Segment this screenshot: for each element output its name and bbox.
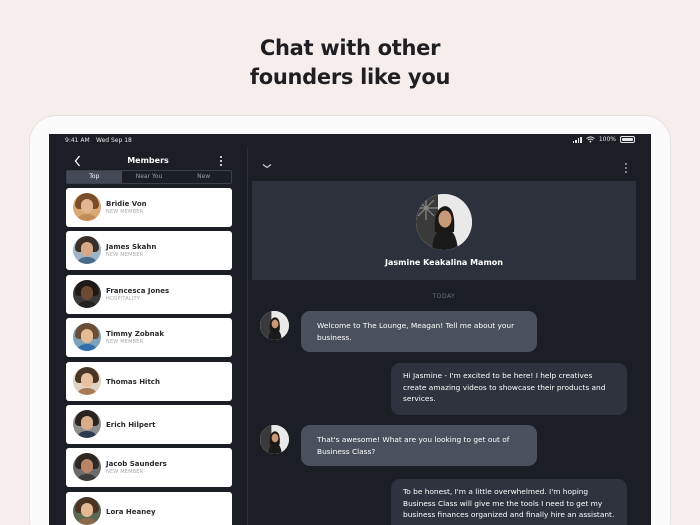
member-avatar: [73, 496, 101, 525]
headline-line-2: founders like you: [249, 65, 451, 89]
member-name: Bridie Von: [106, 200, 147, 208]
chevron-down-icon[interactable]: [261, 162, 273, 170]
member-avatar: [73, 279, 101, 308]
panel-divider: [247, 148, 248, 525]
sender-avatar[interactable]: [260, 311, 289, 340]
wifi-icon: [586, 136, 595, 143]
member-name: James Skahn: [106, 243, 157, 252]
message-bubble-incoming: Welcome to The Lounge, Meagan! Tell me a…: [301, 311, 537, 352]
contact-name: Jasmine Keakalina Mamon: [385, 258, 503, 267]
member-avatar: [73, 236, 101, 265]
tablet-screen: 9:41 AM Wed Sep 18 100% Members Top Near…: [49, 134, 651, 525]
member-subtitle: NEW MEMBER: [106, 209, 144, 215]
message-bubble-incoming: That's awesome! What are you looking to …: [301, 425, 537, 466]
headline: Chat with other founders like you: [0, 34, 700, 92]
member-name: Francesca Jones: [106, 286, 170, 295]
members-title: Members: [127, 156, 169, 165]
member-list-item[interactable]: Lora Heaney: [66, 491, 232, 525]
member-list-item[interactable]: Jacob Saunders NEW MEMBER: [66, 448, 232, 488]
more-vertical-icon[interactable]: [219, 155, 223, 167]
tab-new[interactable]: New: [176, 171, 231, 183]
member-avatar: [73, 323, 101, 352]
member-subtitle: NEW MEMBER: [106, 252, 144, 259]
member-list-item[interactable]: Bridie Von NEW MEMBER: [66, 188, 232, 227]
status-date: Wed Sep 18: [96, 137, 132, 144]
member-subtitle: NEW MEMBER: [106, 469, 144, 476]
member-list-item[interactable]: Francesca Jones HOSPITALITY: [66, 274, 232, 314]
member-name: Timmy Zobnak: [106, 330, 165, 339]
member-avatar: [73, 193, 101, 221]
member-avatar: [73, 366, 101, 395]
member-name: Erich Hilpert: [106, 421, 156, 429]
headline-line-1: Chat with other: [259, 36, 441, 60]
member-list-item[interactable]: Erich Hilpert: [66, 405, 232, 444]
status-bar: 9:41 AM Wed Sep 18 100%: [49, 134, 651, 148]
member-avatar: [73, 453, 101, 482]
message-bubble-outgoing: Hi Jasmine - I'm excited to be here! I h…: [391, 363, 627, 415]
battery-icon: [620, 136, 635, 143]
member-list-item[interactable]: James Skahn NEW MEMBER: [66, 231, 232, 271]
member-name: Thomas Hitch: [106, 377, 160, 386]
tab-top[interactable]: Top: [67, 171, 122, 183]
member-list-item[interactable]: Timmy Zobnak NEW MEMBER: [66, 318, 232, 358]
member-avatar: [73, 410, 101, 438]
sender-avatar[interactable]: [260, 425, 289, 454]
more-vertical-icon[interactable]: [624, 162, 628, 174]
status-time: 9:41 AM: [65, 137, 90, 144]
day-separator: TODAY: [432, 293, 456, 300]
message-bubble-outgoing: To be honest, I'm a little overwhelmed. …: [391, 479, 627, 525]
signal-icon: [572, 136, 582, 143]
contact-profile-card: Jasmine Keakalina Mamon: [252, 181, 636, 280]
contact-avatar[interactable]: [416, 194, 472, 250]
member-subtitle: HOSPITALITY: [106, 295, 141, 302]
members-header: Members: [49, 152, 247, 170]
member-name: Jacob Saunders: [106, 460, 167, 469]
member-list-item[interactable]: Thomas Hitch: [66, 361, 232, 401]
members-filter-tabs: Top Near You New: [66, 170, 232, 184]
member-subtitle: NEW MEMBER: [106, 339, 144, 346]
battery-percent: 100%: [598, 136, 616, 143]
tab-near-you[interactable]: Near You: [122, 171, 177, 183]
members-panel: Members Top Near You New Bridie Von NEW M…: [49, 148, 247, 525]
member-name: Lora Heaney: [106, 507, 156, 516]
